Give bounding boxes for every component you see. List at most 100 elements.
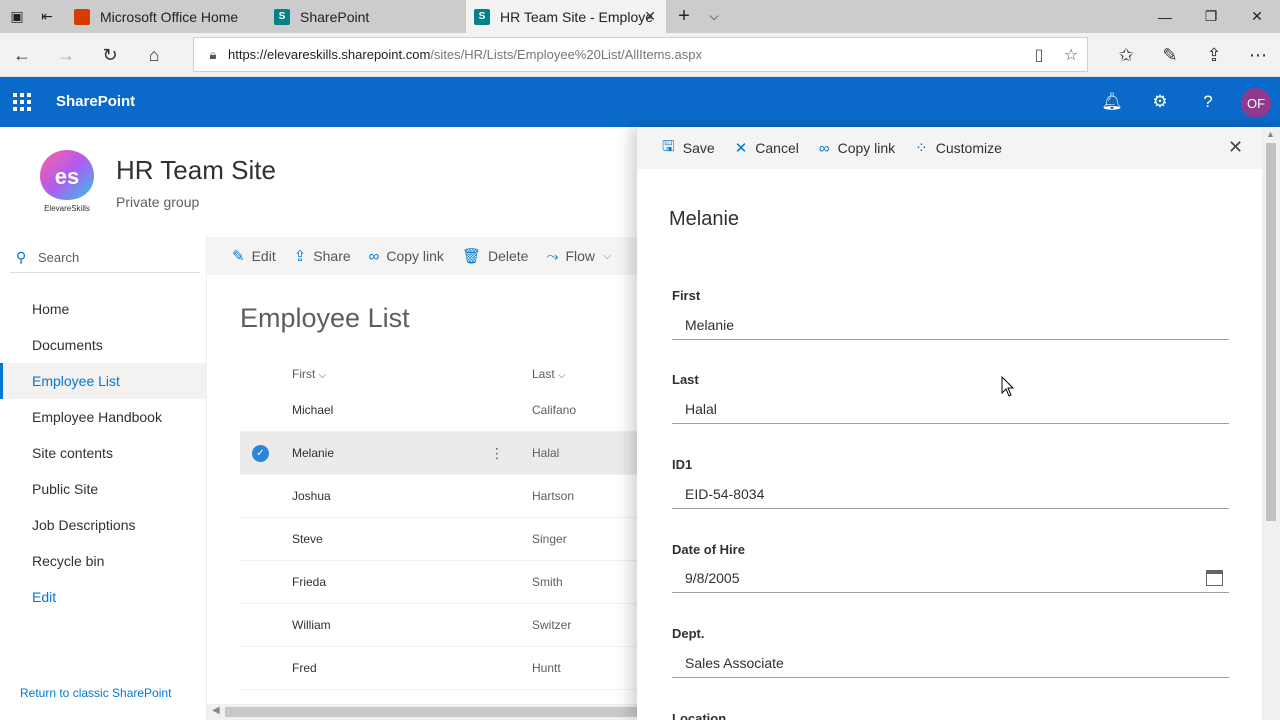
customize-button[interactable]: ⁘ Customize: [915, 139, 1002, 157]
tab-hr-team-site[interactable]: S HR Team Site - Employe ✕: [466, 0, 666, 33]
checkmark-icon[interactable]: ✓: [252, 445, 269, 462]
notes-pen-icon[interactable]: ✎: [1150, 33, 1190, 77]
copy-link-button[interactable]: ∞ Copy link: [369, 248, 444, 265]
close-panel-icon[interactable]: ✕: [1228, 137, 1243, 158]
more-icon[interactable]: ⋯: [1238, 33, 1278, 77]
cell-first[interactable]: Steve: [292, 518, 323, 561]
favorite-star-icon[interactable]: ☆: [1055, 45, 1087, 65]
logo-text: es: [55, 164, 79, 189]
cell-last: Switzer: [532, 618, 572, 632]
panel-title: Melanie: [669, 208, 740, 230]
share-button[interactable]: ⇪ Share: [294, 247, 351, 265]
id1-field[interactable]: EID-54-8034: [672, 479, 1229, 509]
flow-icon: ⤳: [546, 247, 559, 265]
horizontal-scrollbar[interactable]: ◀: [207, 704, 640, 720]
tab-sharepoint[interactable]: S SharePoint: [266, 0, 466, 33]
tab-actions-icon[interactable]: ▣: [2, 0, 32, 33]
scroll-left-icon[interactable]: ◀: [212, 705, 220, 716]
nav-item-job-descriptions[interactable]: Job Descriptions: [0, 507, 207, 543]
copy-link-label: Copy link: [386, 248, 444, 264]
table-row[interactable]: Michael Califano: [240, 389, 640, 432]
nav-item-public-site[interactable]: Public Site: [0, 471, 207, 507]
nav-item-documents[interactable]: Documents: [0, 327, 207, 363]
search-placeholder: Search: [38, 250, 80, 265]
copy-link-button[interactable]: ∞ Copy link: [819, 140, 895, 157]
refresh-icon[interactable]: ↻: [90, 33, 130, 77]
close-tab-icon[interactable]: ✕: [644, 8, 656, 25]
first-field[interactable]: Melanie: [672, 310, 1229, 340]
date-of-hire-field[interactable]: 9/8/2005: [672, 563, 1229, 593]
column-label: First: [292, 367, 316, 381]
scroll-up-icon[interactable]: ▲: [1266, 129, 1275, 139]
more-actions-icon[interactable]: ⋮: [490, 432, 504, 475]
cell-first[interactable]: Joshua: [292, 475, 331, 518]
favorites-icon[interactable]: ✩: [1106, 33, 1146, 77]
lock-icon: 🔒︎: [209, 46, 217, 62]
nav-edit-link[interactable]: Edit: [0, 579, 207, 615]
chevron-down-icon[interactable]: ⌵: [704, 0, 724, 33]
back-icon[interactable]: ←: [2, 33, 42, 77]
calendar-icon[interactable]: [1206, 570, 1223, 586]
site-logo[interactable]: es ElevareSkills: [38, 148, 96, 214]
table-row-selected[interactable]: ✓ Melanie ⋮ Halal: [240, 432, 640, 475]
last-field[interactable]: Halal: [672, 394, 1229, 424]
home-icon[interactable]: ⌂: [134, 33, 174, 77]
cancel-button[interactable]: ✕ Cancel: [735, 139, 799, 157]
scrollbar-thumb[interactable]: [1266, 143, 1276, 521]
search-input[interactable]: ⚲ Search: [10, 243, 200, 273]
nav-item-home[interactable]: Home: [0, 291, 207, 327]
scrollbar-thumb[interactable]: [225, 707, 640, 717]
minimize-icon[interactable]: —: [1142, 0, 1188, 33]
nav-item-employee-handbook[interactable]: Employee Handbook: [0, 399, 207, 435]
table-row[interactable]: Fred Huntt: [240, 647, 640, 690]
close-window-icon[interactable]: ✕: [1234, 0, 1280, 33]
reading-view-icon[interactable]: ▯: [1023, 45, 1055, 65]
nav-item-recycle-bin[interactable]: Recycle bin: [0, 543, 207, 579]
cell-first[interactable]: Melanie: [292, 432, 334, 475]
set-tabs-aside-icon[interactable]: ⇤: [32, 0, 62, 33]
restore-icon[interactable]: ❐: [1188, 0, 1234, 33]
office-favicon-icon: [74, 8, 90, 25]
nav-item-site-contents[interactable]: Site contents: [0, 435, 207, 471]
address-bar[interactable]: 🔒︎ https://elevareskills.sharepoint.com/…: [193, 37, 1088, 72]
browser-tab-strip: ▣ ⇤ Microsoft Office Home S SharePoint S…: [0, 0, 1280, 33]
chevron-down-icon: ⌵: [603, 249, 612, 262]
tab-office-home[interactable]: Microsoft Office Home: [66, 0, 266, 33]
dept-field[interactable]: Sales Associate: [672, 648, 1229, 678]
new-tab-icon[interactable]: +: [672, 0, 696, 33]
table-row[interactable]: Joshua Hartson: [240, 475, 640, 518]
bell-icon[interactable]: 🔔︎: [1092, 77, 1132, 127]
table-row[interactable]: Steve Singer: [240, 518, 640, 561]
save-button[interactable]: 🖫 Save: [662, 136, 715, 161]
help-icon[interactable]: ?: [1188, 77, 1228, 127]
app-launcher-icon[interactable]: [13, 93, 31, 111]
gear-icon[interactable]: ⚙: [1140, 77, 1180, 127]
customize-icon: ⁘: [915, 140, 928, 157]
url-text[interactable]: https://elevareskills.sharepoint.com/sit…: [228, 47, 1023, 62]
vertical-scrollbar[interactable]: ▲: [1262, 127, 1280, 720]
share-icon[interactable]: ⇪: [1194, 33, 1234, 77]
cell-first[interactable]: Michael: [292, 389, 333, 432]
edit-label: Edit: [251, 248, 276, 264]
column-header-first[interactable]: First ⌵: [292, 362, 326, 386]
sharepoint-favicon-icon: S: [274, 8, 290, 25]
suite-brand[interactable]: SharePoint: [56, 77, 135, 127]
table-row[interactable]: William Switzer: [240, 604, 640, 647]
field-label-location: Location: [672, 711, 727, 720]
table-row[interactable]: Frieda Smith: [240, 561, 640, 604]
share-icon: ⇪: [293, 248, 307, 265]
site-title[interactable]: HR Team Site: [116, 155, 276, 186]
cell-first[interactable]: Frieda: [292, 561, 326, 604]
column-label: Last: [532, 367, 555, 381]
flow-button[interactable]: ⤳ Flow ⌵: [546, 248, 611, 265]
cell-first[interactable]: Fred: [292, 647, 317, 690]
avatar[interactable]: OF: [1241, 88, 1271, 118]
forward-icon[interactable]: →: [46, 33, 86, 77]
return-to-classic-link[interactable]: Return to classic SharePoint: [20, 686, 171, 700]
field-label-id1: ID1: [672, 457, 693, 472]
nav-item-employee-list[interactable]: Employee List: [0, 363, 207, 399]
cell-first[interactable]: William: [292, 604, 331, 647]
delete-button[interactable]: 🗑︎ Delete: [462, 247, 529, 265]
edit-button[interactable]: ✎ Edit: [232, 247, 276, 265]
column-header-last[interactable]: Last ⌵: [532, 362, 566, 386]
